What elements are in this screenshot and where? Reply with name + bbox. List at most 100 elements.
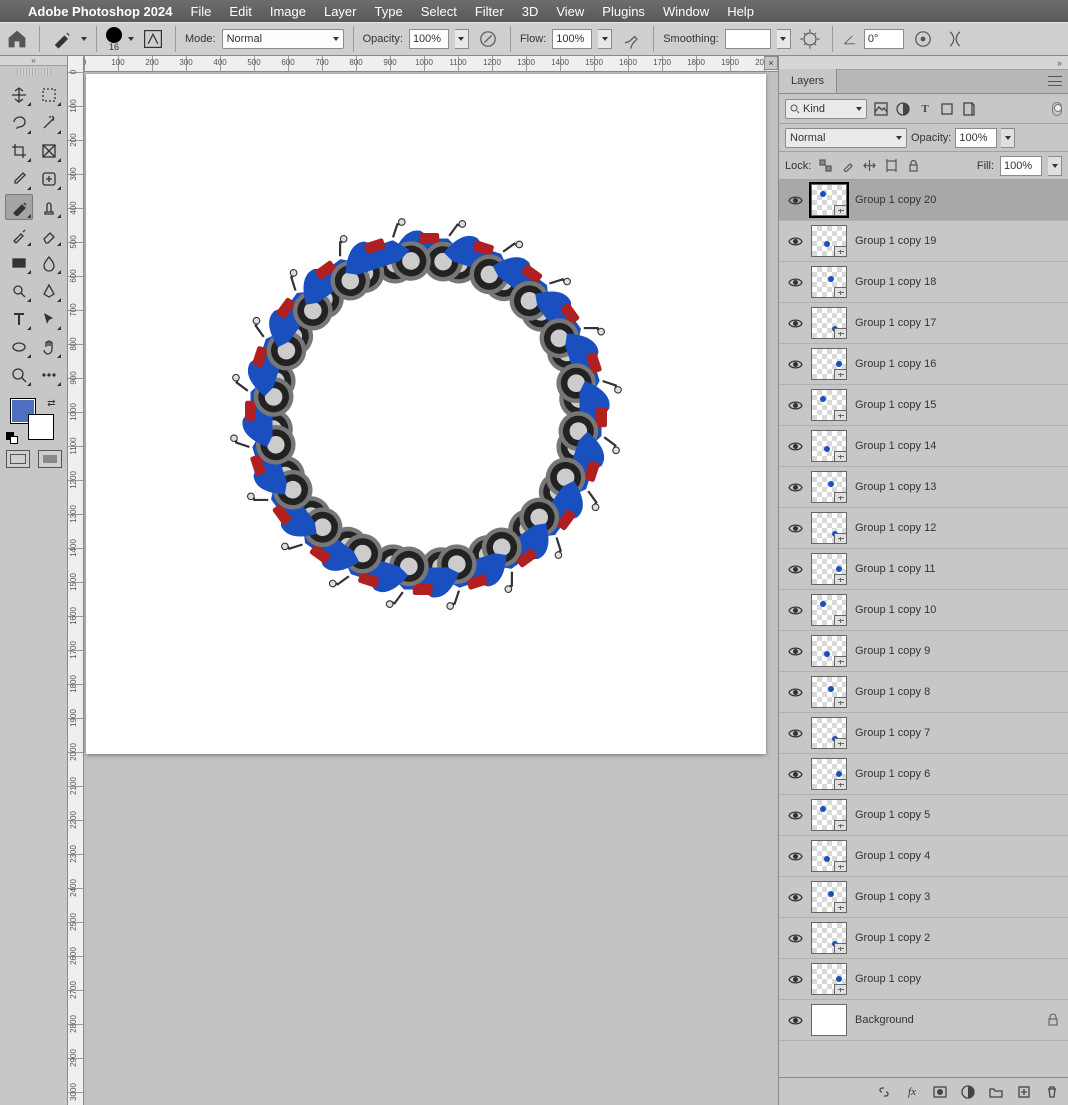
adjustment-layer-icon[interactable] (960, 1084, 976, 1100)
layer-name[interactable]: Group 1 copy 20 (855, 194, 1060, 206)
brush-preview[interactable]: 16 (106, 27, 122, 52)
layer-row[interactable]: Group 1 copy 3 (779, 877, 1068, 918)
layer-name[interactable]: Group 1 copy 11 (855, 563, 1060, 575)
layer-mask-icon[interactable] (932, 1084, 948, 1100)
menu-edit[interactable]: Edit (229, 4, 251, 19)
layer-thumbnail[interactable] (811, 307, 847, 339)
visibility-eye-icon[interactable] (787, 233, 803, 249)
zoom-tool[interactable] (5, 362, 33, 388)
visibility-eye-icon[interactable] (787, 684, 803, 700)
dodge-tool[interactable] (5, 278, 33, 304)
history-brush-tool[interactable] (5, 222, 33, 248)
quick-mask-mode-icon[interactable] (38, 450, 62, 468)
layer-thumbnail[interactable] (811, 471, 847, 503)
layer-thumbnail[interactable] (811, 840, 847, 872)
symmetry-button[interactable] (942, 26, 968, 52)
filter-shape-icon[interactable] (939, 101, 955, 117)
layer-row[interactable]: Background (779, 1000, 1068, 1041)
layer-name[interactable]: Group 1 copy 15 (855, 399, 1060, 411)
layer-name[interactable]: Group 1 copy 10 (855, 604, 1060, 616)
pressure-size-toggle[interactable] (910, 26, 936, 52)
tab-layers[interactable]: Layers (779, 69, 837, 93)
lock-all-icon[interactable] (905, 158, 921, 174)
layer-thumbnail[interactable] (811, 922, 847, 954)
visibility-eye-icon[interactable] (787, 520, 803, 536)
layer-thumbnail[interactable] (811, 963, 847, 995)
marquee-tool[interactable] (35, 82, 63, 108)
vertical-ruler[interactable]: 0100200300400500600700800900100011001200… (68, 56, 84, 1105)
airbrush-toggle[interactable] (618, 26, 644, 52)
chevron-down-icon[interactable] (81, 37, 87, 41)
smoothing-options-button[interactable] (797, 26, 823, 52)
layer-name[interactable]: Group 1 copy 19 (855, 235, 1060, 247)
brush-tool[interactable] (5, 194, 33, 220)
menu-3d[interactable]: 3D (522, 4, 539, 19)
crop-tool[interactable] (5, 138, 33, 164)
opacity-dropdown[interactable] (455, 29, 469, 49)
visibility-eye-icon[interactable] (787, 889, 803, 905)
type-tool[interactable] (5, 306, 33, 332)
layer-row[interactable]: Group 1 copy (779, 959, 1068, 1000)
group-layers-icon[interactable] (988, 1084, 1004, 1100)
layer-row[interactable]: Group 1 copy 19 (779, 221, 1068, 262)
menu-file[interactable]: File (190, 4, 211, 19)
eraser-tool[interactable] (35, 222, 63, 248)
collapse-arrows-icon[interactable]: » (779, 56, 1068, 70)
visibility-eye-icon[interactable] (787, 725, 803, 741)
layer-row[interactable]: Group 1 copy 2 (779, 918, 1068, 959)
panel-menu-icon[interactable] (1048, 76, 1062, 86)
visibility-eye-icon[interactable] (787, 930, 803, 946)
layer-row[interactable]: Group 1 copy 11 (779, 549, 1068, 590)
layer-thumbnail[interactable] (811, 225, 847, 257)
layer-thumbnail[interactable] (811, 758, 847, 790)
flow-dropdown[interactable] (598, 29, 612, 49)
move-tool[interactable] (5, 82, 33, 108)
layer-thumbnail[interactable] (811, 430, 847, 462)
visibility-eye-icon[interactable] (787, 1012, 803, 1028)
visibility-eye-icon[interactable] (787, 192, 803, 208)
layer-name[interactable]: Group 1 copy 7 (855, 727, 1060, 739)
layer-name[interactable]: Group 1 copy 17 (855, 317, 1060, 329)
chevron-down-icon[interactable] (128, 37, 134, 41)
layer-fx-icon[interactable]: fx (904, 1084, 920, 1100)
menu-plugins[interactable]: Plugins (602, 4, 645, 19)
filter-type-icon[interactable]: T (917, 101, 933, 117)
visibility-eye-icon[interactable] (787, 274, 803, 290)
brush-settings-button[interactable] (140, 26, 166, 52)
visibility-eye-icon[interactable] (787, 397, 803, 413)
layer-row[interactable]: Group 1 copy 16 (779, 344, 1068, 385)
blend-mode-select[interactable]: Normal (222, 29, 344, 49)
layer-name[interactable]: Group 1 copy 18 (855, 276, 1060, 288)
hand-tool[interactable] (35, 334, 63, 360)
layer-thumbnail[interactable] (811, 717, 847, 749)
panel-grip[interactable] (17, 68, 51, 76)
filter-toggle[interactable] (1052, 102, 1062, 116)
visibility-eye-icon[interactable] (787, 438, 803, 454)
link-layers-icon[interactable] (876, 1084, 892, 1100)
delete-layer-icon[interactable] (1044, 1084, 1060, 1100)
filter-adjustment-icon[interactable] (895, 101, 911, 117)
layer-thumbnail[interactable] (811, 184, 847, 216)
gradient-tool[interactable] (5, 250, 33, 276)
layer-blend-select[interactable]: Normal (785, 128, 907, 148)
layer-opacity-dropdown[interactable] (1001, 128, 1015, 148)
flow-input[interactable]: 100% (552, 29, 592, 49)
close-panel-tab[interactable]: × (764, 56, 778, 70)
filter-pixel-icon[interactable] (873, 101, 889, 117)
layer-name[interactable]: Group 1 copy 2 (855, 932, 1060, 944)
collapse-arrows-icon[interactable]: « (0, 56, 67, 66)
visibility-eye-icon[interactable] (787, 602, 803, 618)
visibility-eye-icon[interactable] (787, 766, 803, 782)
layer-name[interactable]: Group 1 copy 3 (855, 891, 1060, 903)
layer-row[interactable]: Group 1 copy 17 (779, 303, 1068, 344)
menu-type[interactable]: Type (375, 4, 403, 19)
angle-input[interactable]: 0° (864, 29, 904, 49)
layer-thumbnail[interactable] (811, 553, 847, 585)
layer-fill-dropdown[interactable] (1048, 156, 1062, 176)
layer-name[interactable]: Group 1 copy 6 (855, 768, 1060, 780)
lasso-tool[interactable] (5, 110, 33, 136)
layer-row[interactable]: Group 1 copy 20 (779, 180, 1068, 221)
layer-name[interactable]: Group 1 copy 9 (855, 645, 1060, 657)
canvas[interactable] (86, 74, 766, 754)
layer-opacity-input[interactable]: 100% (955, 128, 997, 148)
